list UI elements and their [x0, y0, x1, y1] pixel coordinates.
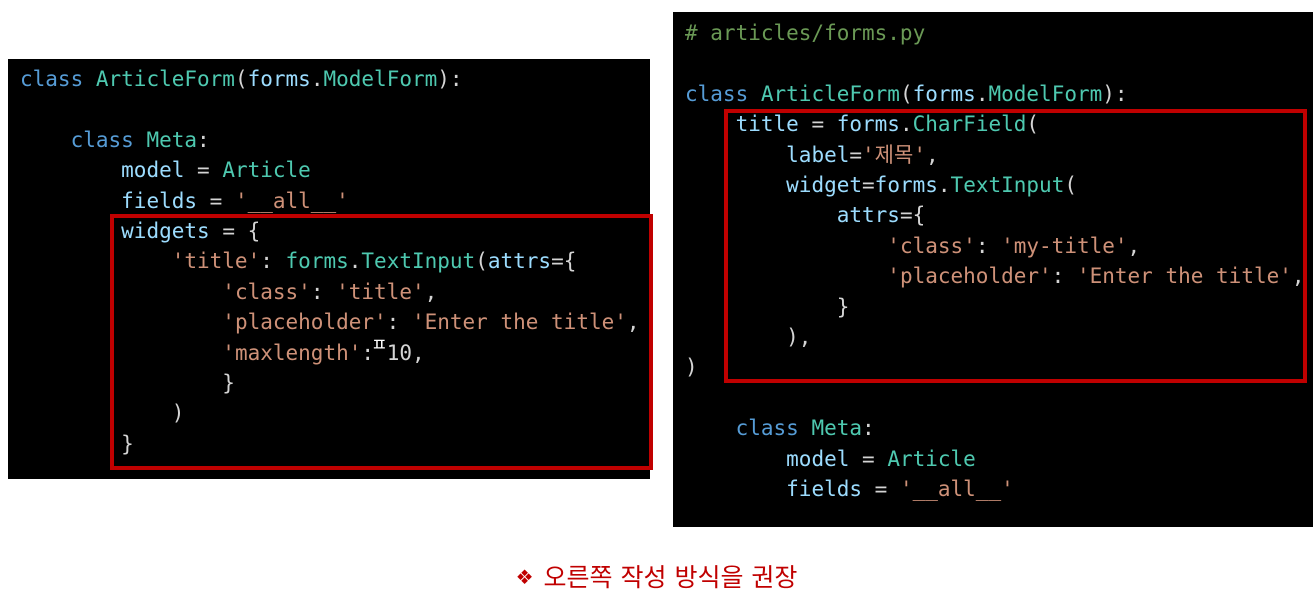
caption-text: 오른쪽 작성 방식을 권장: [543, 563, 798, 592]
code-line: fields = '__all__': [786, 477, 1014, 501]
code-line: class ArticleForm(forms.ModelForm):: [685, 82, 1128, 106]
file-comment: # articles/forms.py: [685, 21, 926, 45]
code-line: fields = '__all__': [121, 189, 349, 213]
string: '__all__': [234, 188, 349, 213]
class-name: Meta: [811, 416, 863, 441]
punct: :: [197, 127, 210, 152]
identifier: fields: [786, 477, 863, 502]
class-name: Meta: [146, 127, 198, 152]
code-line: class ArticleForm(forms.ModelForm):: [20, 67, 463, 91]
keyword: class: [20, 67, 84, 91]
string: '__all__': [899, 477, 1014, 502]
class-name: ModelForm: [988, 81, 1103, 106]
identifier: forms: [912, 81, 976, 106]
punct: :: [862, 416, 875, 441]
keyword: class: [685, 81, 749, 106]
punct: (: [899, 81, 913, 106]
right-highlight-box: [724, 109, 1307, 383]
class-name: ArticleForm: [760, 81, 900, 106]
code-line: class Meta:: [71, 128, 210, 152]
punct: =: [197, 188, 235, 213]
identifier: fields: [121, 188, 198, 213]
left-highlight-box: [110, 214, 653, 470]
punct: .: [975, 81, 989, 106]
class-name: Article: [222, 158, 311, 183]
class-name: ModelForm: [323, 67, 438, 91]
punct: =: [849, 446, 888, 471]
code-line: ): [685, 355, 698, 380]
identifier: forms: [247, 67, 311, 91]
punct: =: [184, 158, 223, 183]
punct: ):: [437, 67, 463, 91]
identifier: model: [786, 446, 850, 471]
caption: ❖ 오른쪽 작성 방식을 권장: [0, 558, 1313, 594]
punct: ):: [1102, 81, 1128, 106]
diamond-bullet-icon: ❖: [515, 565, 534, 589]
code-line: class Meta:: [736, 416, 875, 440]
class-name: Article: [887, 446, 976, 471]
code-line: model = Article: [121, 158, 311, 182]
keyword: class: [70, 127, 134, 152]
code-line: model = Article: [786, 447, 976, 471]
keyword: class: [735, 416, 799, 441]
punct: =: [862, 477, 900, 502]
identifier: model: [121, 158, 185, 183]
punct: .: [310, 67, 324, 91]
punct: (: [234, 67, 248, 91]
class-name: ArticleForm: [95, 67, 235, 91]
